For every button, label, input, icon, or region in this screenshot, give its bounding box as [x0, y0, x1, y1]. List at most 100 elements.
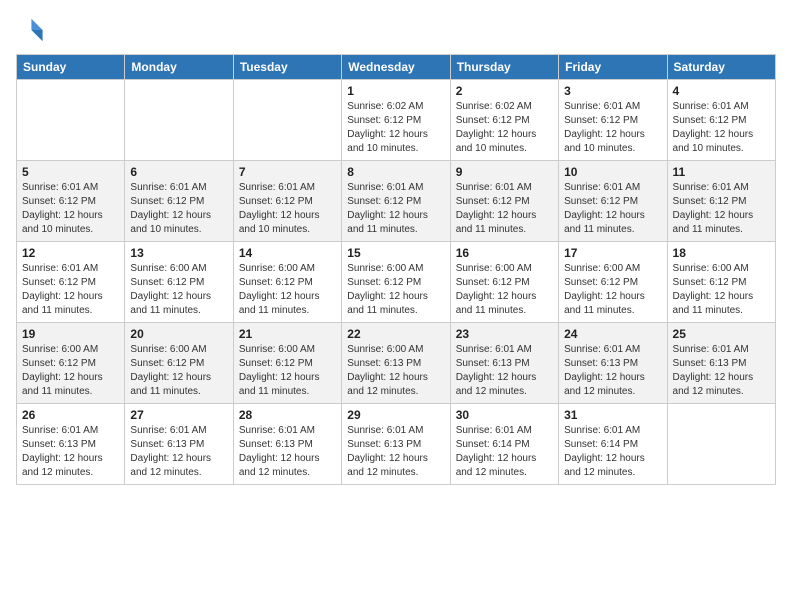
calendar-cell: 16 Sunrise: 6:00 AMSunset: 6:12 PMDayligh…	[450, 242, 558, 323]
day-info: Sunrise: 6:02 AMSunset: 6:12 PMDaylight:…	[456, 100, 553, 156]
day-info: Sunrise: 6:01 AMSunset: 6:13 PMDaylight:…	[456, 343, 553, 399]
day-number: 31	[564, 408, 661, 422]
calendar-cell: 14 Sunrise: 6:00 AMSunset: 6:12 PMDayligh…	[233, 242, 341, 323]
day-number: 8	[347, 165, 444, 179]
calendar-cell: 24Sunrise: 6:01 AMSunset: 6:13 PMDayligh…	[559, 323, 667, 404]
day-number: 2	[456, 84, 553, 98]
calendar-week-row: 12 Sunrise: 6:01 AMSunset: 6:12 PMDayligh…	[17, 242, 776, 323]
calendar-week-row: 19 Sunrise: 6:00 AMSunset: 6:12 PMDayligh…	[17, 323, 776, 404]
day-info: Sunrise: 6:01 AMSunset: 6:13 PMDaylight:…	[22, 424, 119, 480]
calendar-cell: 26 Sunrise: 6:01 AMSunset: 6:13 PMDayligh…	[17, 404, 125, 485]
day-info: Sunrise: 6:00 AMSunset: 6:12 PMDaylight:…	[564, 262, 661, 318]
day-number: 11	[673, 165, 770, 179]
weekday-header: Wednesday	[342, 55, 450, 80]
calendar-week-row: 26 Sunrise: 6:01 AMSunset: 6:13 PMDayligh…	[17, 404, 776, 485]
calendar-cell: 28 Sunrise: 6:01 AMSunset: 6:13 PMDayligh…	[233, 404, 341, 485]
day-number: 29	[347, 408, 444, 422]
calendar-cell: 29Sunrise: 6:01 AMSunset: 6:13 PMDayligh…	[342, 404, 450, 485]
day-number: 13	[130, 246, 227, 260]
day-number: 18	[673, 246, 770, 260]
day-info: Sunrise: 6:01 AMSunset: 6:12 PMDaylight:…	[564, 100, 661, 156]
calendar-cell: 8 Sunrise: 6:01 AMSunset: 6:12 PMDaylight…	[342, 161, 450, 242]
day-info: Sunrise: 6:00 AMSunset: 6:12 PMDaylight:…	[22, 343, 119, 399]
calendar-cell: 2 Sunrise: 6:02 AMSunset: 6:12 PMDaylight…	[450, 80, 558, 161]
day-info: Sunrise: 6:01 AMSunset: 6:12 PMDaylight:…	[22, 262, 119, 318]
day-info: Sunrise: 6:01 AMSunset: 6:13 PMDaylight:…	[130, 424, 227, 480]
weekday-header: Thursday	[450, 55, 558, 80]
day-info: Sunrise: 6:00 AMSunset: 6:12 PMDaylight:…	[347, 262, 444, 318]
calendar-cell: 22 Sunrise: 6:00 AMSunset: 6:13 PMDayligh…	[342, 323, 450, 404]
day-number: 27	[130, 408, 227, 422]
day-info: Sunrise: 6:00 AMSunset: 6:12 PMDaylight:…	[456, 262, 553, 318]
day-info: Sunrise: 6:00 AMSunset: 6:12 PMDaylight:…	[130, 343, 227, 399]
calendar-week-row: 5 Sunrise: 6:01 AMSunset: 6:12 PMDaylight…	[17, 161, 776, 242]
day-info: Sunrise: 6:00 AMSunset: 6:12 PMDaylight:…	[239, 343, 336, 399]
calendar-cell: 7Sunrise: 6:01 AMSunset: 6:12 PMDaylight…	[233, 161, 341, 242]
day-info: Sunrise: 6:01 AMSunset: 6:14 PMDaylight:…	[456, 424, 553, 480]
calendar-cell: 25 Sunrise: 6:01 AMSunset: 6:13 PMDayligh…	[667, 323, 775, 404]
day-info: Sunrise: 6:00 AMSunset: 6:13 PMDaylight:…	[347, 343, 444, 399]
day-number: 28	[239, 408, 336, 422]
day-number: 20	[130, 327, 227, 341]
day-number: 24	[564, 327, 661, 341]
day-info: Sunrise: 6:01 AMSunset: 6:12 PMDaylight:…	[22, 181, 119, 237]
calendar-cell	[667, 404, 775, 485]
calendar-cell: 10 Sunrise: 6:01 AMSunset: 6:12 PMDayligh…	[559, 161, 667, 242]
logo-icon	[16, 16, 44, 44]
day-info: Sunrise: 6:01 AMSunset: 6:12 PMDaylight:…	[130, 181, 227, 237]
calendar-cell: 4Sunrise: 6:01 AMSunset: 6:12 PMDaylight…	[667, 80, 775, 161]
day-info: Sunrise: 6:00 AMSunset: 6:12 PMDaylight:…	[673, 262, 770, 318]
calendar-cell: 20 Sunrise: 6:00 AMSunset: 6:12 PMDayligh…	[125, 323, 233, 404]
calendar-cell: 6 Sunrise: 6:01 AMSunset: 6:12 PMDaylight…	[125, 161, 233, 242]
weekday-header: Friday	[559, 55, 667, 80]
day-info: Sunrise: 6:00 AMSunset: 6:12 PMDaylight:…	[239, 262, 336, 318]
calendar-cell: 23Sunrise: 6:01 AMSunset: 6:13 PMDayligh…	[450, 323, 558, 404]
logo	[16, 16, 48, 44]
calendar-cell: 9 Sunrise: 6:01 AMSunset: 6:12 PMDaylight…	[450, 161, 558, 242]
calendar-cell: 21 Sunrise: 6:00 AMSunset: 6:12 PMDayligh…	[233, 323, 341, 404]
calendar-table: SundayMondayTuesdayWednesdayThursdayFrid…	[16, 54, 776, 485]
day-info: Sunrise: 6:01 AMSunset: 6:14 PMDaylight:…	[564, 424, 661, 480]
day-number: 1	[347, 84, 444, 98]
calendar-cell	[125, 80, 233, 161]
day-number: 3	[564, 84, 661, 98]
day-number: 10	[564, 165, 661, 179]
day-number: 26	[22, 408, 119, 422]
day-number: 4	[673, 84, 770, 98]
day-info: Sunrise: 6:01 AMSunset: 6:13 PMDaylight:…	[673, 343, 770, 399]
calendar-cell	[233, 80, 341, 161]
calendar-cell: 18 Sunrise: 6:00 AMSunset: 6:12 PMDayligh…	[667, 242, 775, 323]
day-number: 7	[239, 165, 336, 179]
weekday-header: Saturday	[667, 55, 775, 80]
day-number: 12	[22, 246, 119, 260]
calendar-cell: 17 Sunrise: 6:00 AMSunset: 6:12 PMDayligh…	[559, 242, 667, 323]
day-info: Sunrise: 6:01 AMSunset: 6:13 PMDaylight:…	[239, 424, 336, 480]
calendar-cell: 11 Sunrise: 6:01 AMSunset: 6:12 PMDayligh…	[667, 161, 775, 242]
calendar-cell: 5 Sunrise: 6:01 AMSunset: 6:12 PMDaylight…	[17, 161, 125, 242]
calendar-cell: 15Sunrise: 6:00 AMSunset: 6:12 PMDayligh…	[342, 242, 450, 323]
day-info: Sunrise: 6:01 AMSunset: 6:12 PMDaylight:…	[347, 181, 444, 237]
day-info: Sunrise: 6:01 AMSunset: 6:12 PMDaylight:…	[673, 181, 770, 237]
day-number: 17	[564, 246, 661, 260]
day-number: 21	[239, 327, 336, 341]
calendar-cell: 31 Sunrise: 6:01 AMSunset: 6:14 PMDayligh…	[559, 404, 667, 485]
day-number: 16	[456, 246, 553, 260]
weekday-header: Tuesday	[233, 55, 341, 80]
calendar-cell: 19 Sunrise: 6:00 AMSunset: 6:12 PMDayligh…	[17, 323, 125, 404]
page-header	[16, 16, 776, 44]
calendar-cell: 12 Sunrise: 6:01 AMSunset: 6:12 PMDayligh…	[17, 242, 125, 323]
weekday-header-row: SundayMondayTuesdayWednesdayThursdayFrid…	[17, 55, 776, 80]
calendar-week-row: 1 Sunrise: 6:02 AMSunset: 6:12 PMDaylight…	[17, 80, 776, 161]
calendar-cell: 30Sunrise: 6:01 AMSunset: 6:14 PMDayligh…	[450, 404, 558, 485]
day-number: 25	[673, 327, 770, 341]
day-number: 22	[347, 327, 444, 341]
day-number: 9	[456, 165, 553, 179]
day-info: Sunrise: 6:00 AMSunset: 6:12 PMDaylight:…	[130, 262, 227, 318]
day-info: Sunrise: 6:01 AMSunset: 6:12 PMDaylight:…	[456, 181, 553, 237]
day-number: 6	[130, 165, 227, 179]
day-number: 14	[239, 246, 336, 260]
day-info: Sunrise: 6:01 AMSunset: 6:12 PMDaylight:…	[564, 181, 661, 237]
calendar-cell: 1Sunrise: 6:02 AMSunset: 6:12 PMDaylight…	[342, 80, 450, 161]
day-number: 19	[22, 327, 119, 341]
day-number: 5	[22, 165, 119, 179]
